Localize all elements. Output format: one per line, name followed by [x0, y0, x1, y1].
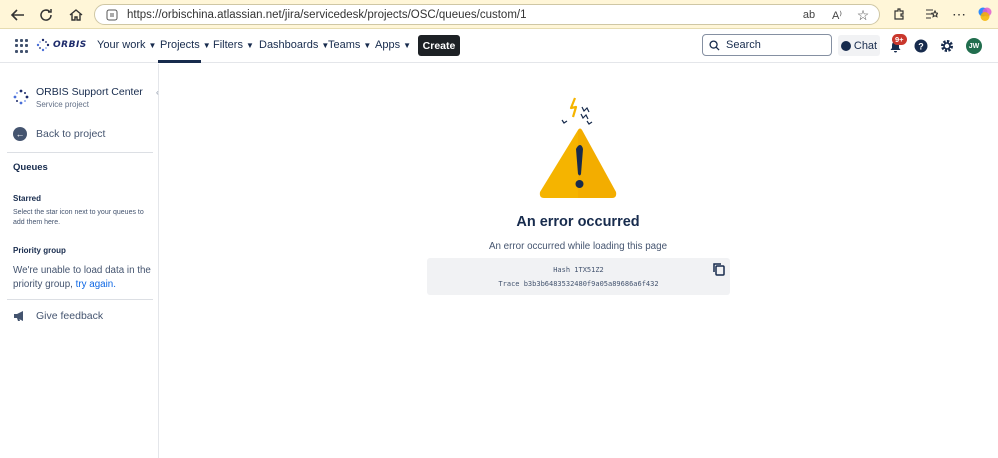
project-name: ORBIS Support Center: [36, 86, 143, 98]
search-icon: [709, 39, 720, 51]
collapse-sidebar-icon[interactable]: ‹: [156, 88, 159, 97]
project-avatar-icon: [13, 89, 29, 105]
text-size-icon[interactable]: A⁾: [829, 7, 845, 23]
search-input[interactable]: Search: [702, 34, 832, 56]
app-switcher-icon[interactable]: [15, 39, 29, 53]
priority-group-error: We're unable to load data in the priorit…: [13, 264, 155, 291]
back-to-project-link[interactable]: ← Back to project: [13, 127, 105, 141]
orbis-logo-icon: [36, 38, 50, 52]
site-logo[interactable]: ORBIS: [36, 38, 87, 52]
extensions-icon[interactable]: [890, 5, 908, 23]
chevron-down-icon: ▼: [245, 40, 254, 50]
more-menu-icon[interactable]: ⋯: [950, 5, 968, 23]
read-aloud-icon[interactable]: ab: [801, 7, 817, 23]
error-trace-box: Hash 1TX51Z2 Trace b3b3b6483532480f9a05a…: [427, 258, 730, 295]
nav-label: Apps: [375, 39, 401, 51]
chevron-down-icon: ▼: [363, 40, 372, 50]
back-label: Back to project: [36, 128, 106, 140]
create-button[interactable]: Create: [418, 35, 460, 56]
feedback-label: Give feedback: [36, 310, 104, 322]
priority-group-heading: Priority group: [13, 246, 66, 255]
url-text: https://orbischina.atlassian.net/jira/se…: [127, 8, 527, 21]
nav-label: Projects: [160, 39, 200, 51]
give-feedback-button[interactable]: Give feedback: [13, 310, 103, 322]
notifications-badge: 9+: [892, 34, 907, 45]
address-bar[interactable]: https://orbischina.atlassian.net/jira/se…: [94, 4, 880, 25]
search-placeholder: Search: [726, 39, 761, 51]
nav-label: Your work: [97, 39, 146, 51]
nav-apps[interactable]: Apps ▼: [375, 39, 411, 51]
chevron-down-icon: ▼: [148, 40, 157, 50]
nav-filters[interactable]: Filters ▼: [213, 39, 254, 51]
warning-illustration-icon: [539, 97, 617, 198]
favorite-star-icon[interactable]: ☆: [855, 7, 871, 23]
browser-toolbar: https://orbischina.atlassian.net/jira/se…: [0, 0, 998, 29]
chevron-down-icon: ▼: [202, 40, 211, 50]
chat-label: Chat: [853, 39, 878, 52]
nav-teams[interactable]: Teams ▼: [328, 39, 371, 51]
arrow-left-icon: ←: [13, 127, 27, 141]
active-nav-indicator: [158, 60, 201, 63]
error-title: An error occurred: [516, 214, 640, 230]
nav-your-work[interactable]: Your work ▼: [97, 39, 156, 51]
divider: [7, 152, 153, 153]
chat-icon: [840, 40, 851, 51]
nav-projects[interactable]: Projects ▼: [160, 39, 211, 51]
project-type: Service project: [36, 100, 89, 109]
back-arrow-icon[interactable]: [4, 1, 32, 29]
copy-icon[interactable]: [712, 262, 726, 276]
svg-text:?: ?: [918, 42, 924, 52]
error-subtitle: An error occurred while loading this pag…: [488, 241, 668, 252]
avatar[interactable]: JW: [966, 38, 982, 54]
megaphone-icon: [14, 311, 23, 321]
nav-label: Teams: [328, 39, 361, 51]
nav-label: Filters: [213, 39, 243, 51]
chevron-down-icon: ▼: [403, 40, 411, 50]
nav-label: Dashboards: [259, 39, 319, 51]
settings-gear-icon[interactable]: [939, 38, 955, 54]
home-icon[interactable]: [62, 1, 90, 29]
trace-text: Trace b3b3b6483532480f9a05a89686a6f432: [498, 280, 659, 288]
try-again-link[interactable]: try again.: [76, 279, 116, 290]
starred-help-text: Select the star icon next to your queues…: [13, 209, 144, 226]
hash-text: Hash 1TX51Z2: [553, 266, 604, 274]
top-navigation: ORBIS Your work ▼ Projects ▼ Filters ▼ Dash…: [0, 30, 998, 63]
copilot-icon[interactable]: [976, 5, 994, 23]
chat-button[interactable]: Chat: [838, 35, 880, 56]
logo-text: ORBIS: [53, 40, 87, 50]
divider: [7, 299, 153, 300]
nav-dashboards[interactable]: Dashboards ▼: [259, 39, 329, 51]
refresh-icon[interactable]: [32, 1, 60, 29]
queues-heading: Queues: [13, 162, 48, 173]
starred-heading: Starred: [13, 194, 42, 203]
collections-icon[interactable]: [922, 5, 940, 23]
help-icon[interactable]: ?: [913, 38, 929, 54]
project-header[interactable]: ORBIS Support Center Service project: [12, 86, 143, 109]
site-info-icon[interactable]: [105, 8, 119, 22]
project-sidebar: ORBIS Support Center Service project ‹ ←…: [0, 64, 159, 458]
